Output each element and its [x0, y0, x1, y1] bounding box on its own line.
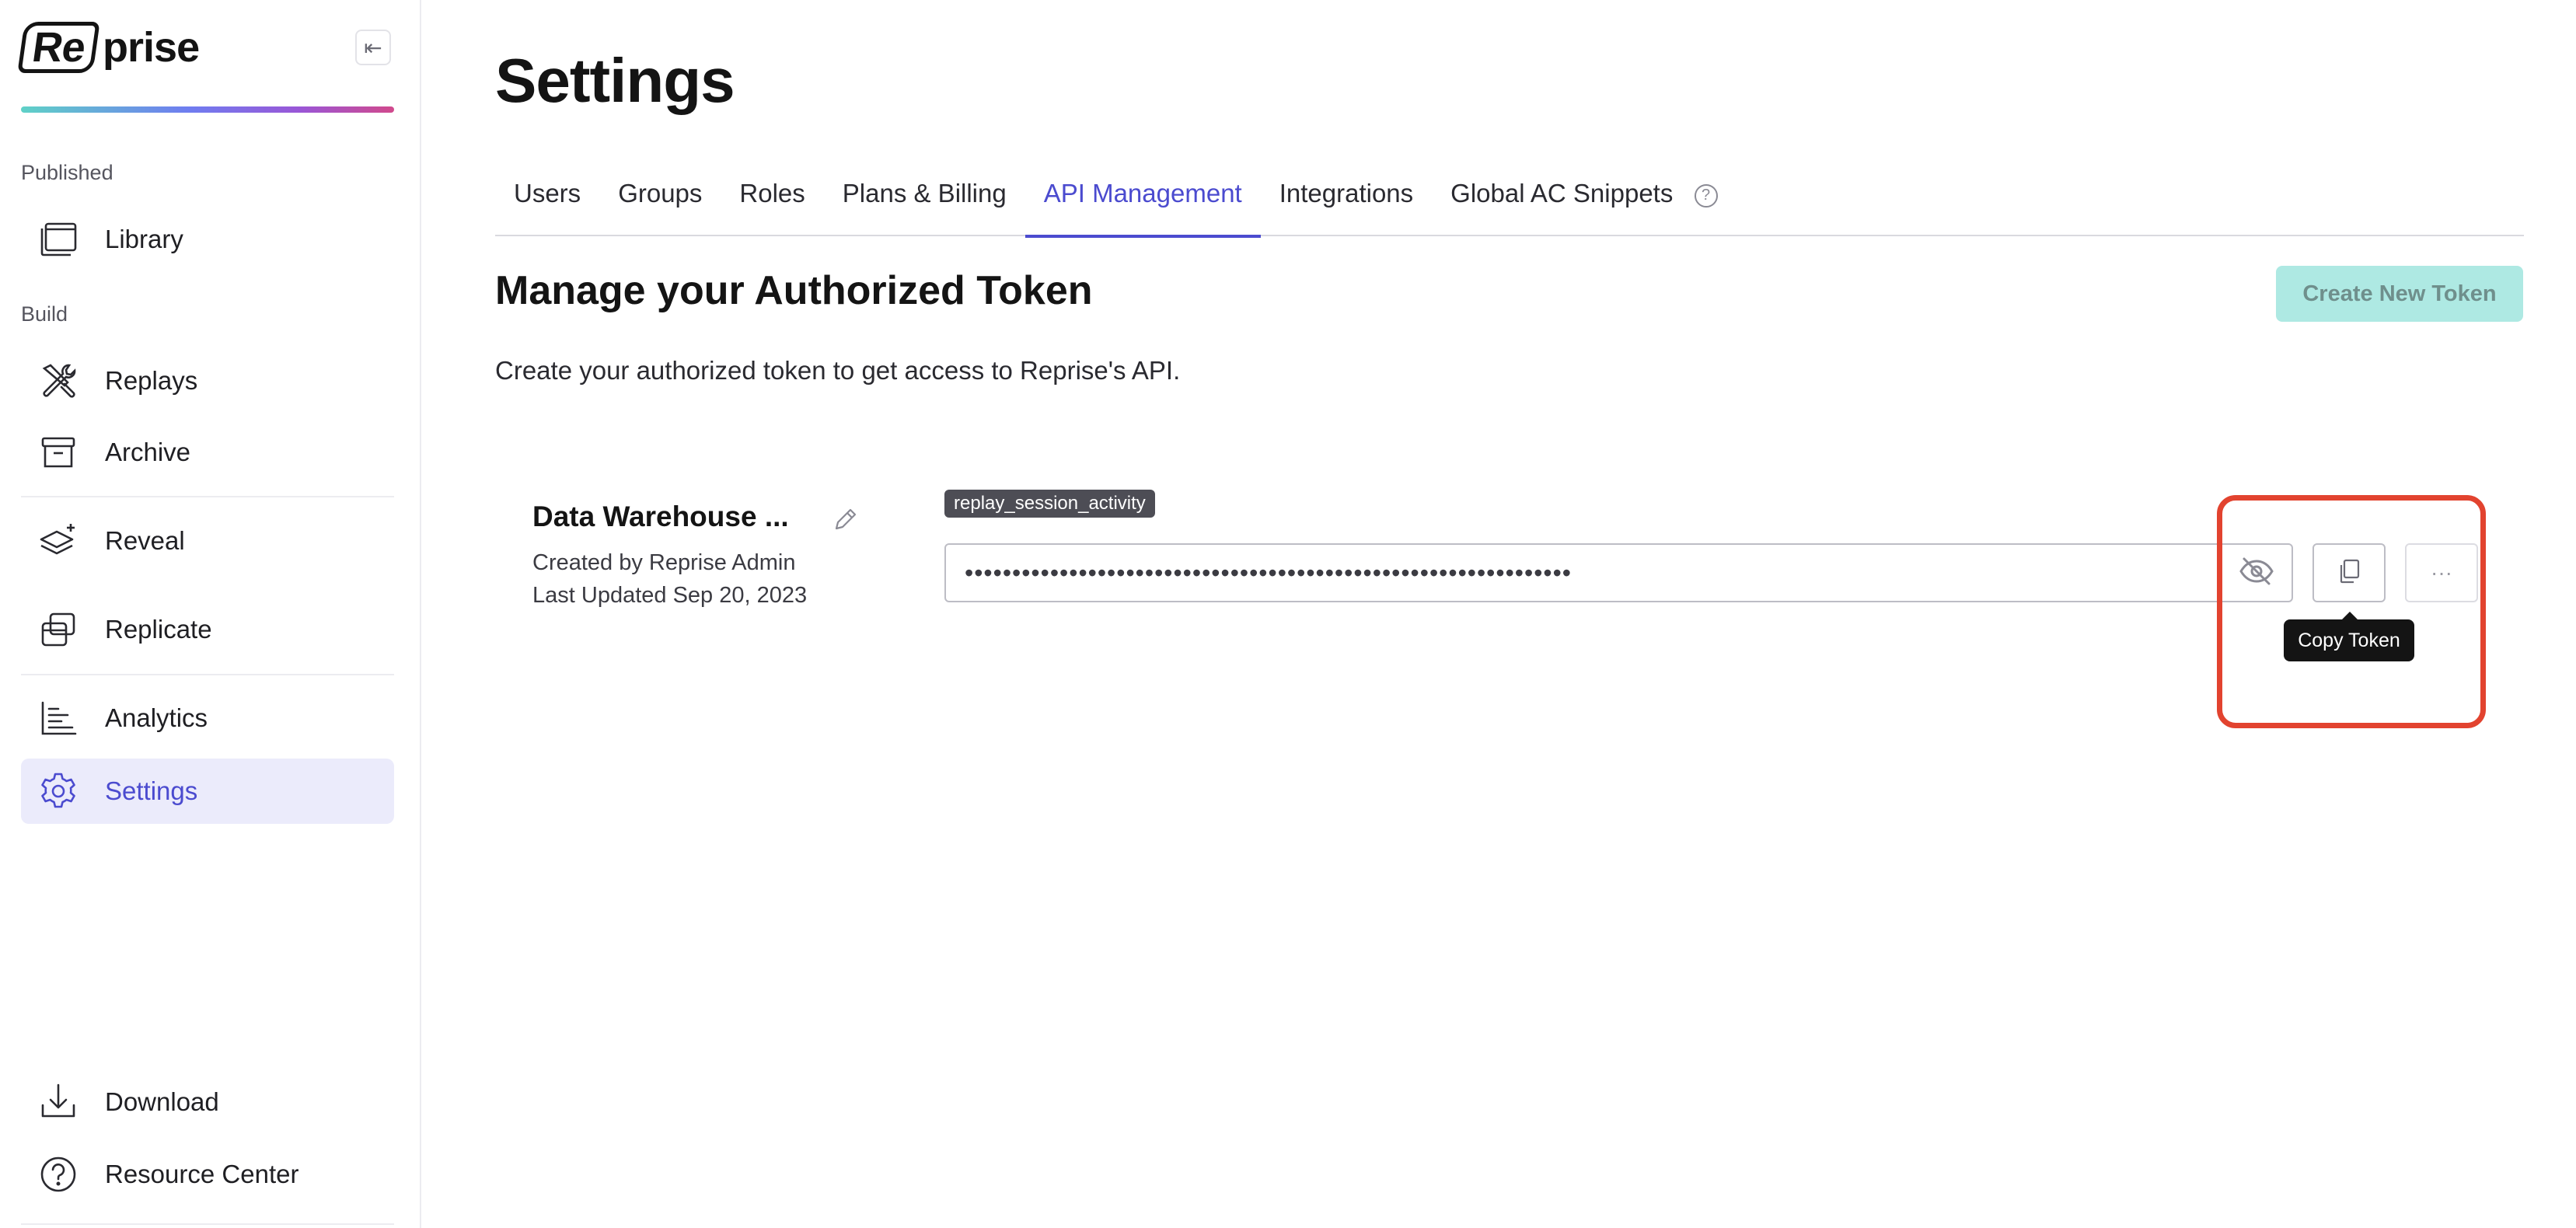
tab-roles[interactable]: Roles — [721, 165, 823, 236]
token-last-updated: Last Updated Sep 20, 2023 — [532, 583, 808, 608]
token-created-by: Created by Reprise Admin — [532, 550, 796, 575]
gear-icon — [37, 769, 80, 813]
library-icon — [37, 218, 80, 261]
section-subtitle: Create your authorized token to get acce… — [495, 356, 1181, 385]
sidebar-item-library[interactable]: Library — [21, 207, 394, 272]
tools-icon — [37, 359, 80, 403]
replicate-icon — [37, 608, 80, 651]
sidebar-item-label: Library — [105, 225, 183, 253]
reprise-logo[interactable]: Re prise — [17, 20, 200, 75]
tab-global-ac-snippets[interactable]: Global AC Snippets ? — [1432, 165, 1736, 236]
help-circle-icon — [37, 1153, 80, 1196]
help-icon[interactable]: ? — [1694, 183, 1718, 208]
sidebar-divider — [21, 1223, 394, 1225]
token-value-field[interactable]: ••••••••••••••••••••••••••••••••••••••••… — [944, 543, 2293, 602]
sidebar-divider — [21, 674, 394, 675]
tab-label: Global AC Snippets — [1450, 179, 1674, 208]
sidebar-item-label: Settings — [105, 776, 198, 805]
pencil-icon[interactable] — [830, 504, 861, 535]
brand-gradient-bar — [21, 106, 394, 113]
section-label-published: Published — [21, 161, 113, 184]
page-title: Settings — [495, 46, 735, 115]
tab-groups[interactable]: Groups — [599, 165, 721, 236]
sidebar-item-analytics[interactable]: Analytics — [21, 686, 394, 751]
sidebar-divider — [21, 496, 394, 497]
sidebar-item-label: Replays — [105, 366, 198, 395]
analytics-icon — [37, 696, 80, 740]
settings-tabs: Users Groups Roles Plans & Billing API M… — [495, 165, 2524, 238]
archive-icon — [37, 431, 80, 474]
tab-plans-billing[interactable]: Plans & Billing — [824, 165, 1025, 236]
sidebar-item-resource-center[interactable]: Resource Center — [21, 1142, 394, 1207]
token-name: Data Warehouse ... — [532, 501, 789, 532]
annotation-highlight-box — [2217, 495, 2486, 728]
section-label-build: Build — [21, 302, 68, 326]
sidebar-item-replays[interactable]: Replays — [21, 348, 394, 413]
collapse-sidebar-button[interactable]: ⇤ — [355, 30, 391, 65]
sidebar-item-label: Replicate — [105, 615, 212, 644]
sidebar-item-label: Resource Center — [105, 1160, 299, 1188]
section-title: Manage your Authorized Token — [495, 268, 1093, 313]
sidebar-item-settings[interactable]: Settings — [21, 759, 394, 824]
layers-icon — [37, 519, 80, 563]
sidebar-item-download[interactable]: Download — [21, 1069, 394, 1135]
token-scope-badge: replay_session_activity — [944, 490, 1155, 518]
logo-wordmark: prise — [103, 24, 200, 71]
download-icon — [37, 1080, 80, 1124]
sidebar: Re prise ⇤ Published Library Build Repla… — [0, 0, 421, 1228]
collapse-icon: ⇤ — [364, 35, 382, 60]
logo-re-mark: Re — [17, 22, 100, 73]
sidebar-item-label: Reveal — [105, 526, 185, 555]
tab-api-management[interactable]: API Management — [1024, 165, 1261, 238]
create-new-token-button[interactable]: Create New Token — [2276, 266, 2523, 322]
tab-integrations[interactable]: Integrations — [1261, 165, 1432, 236]
sidebar-item-reveal[interactable]: Reveal — [21, 508, 394, 574]
sidebar-item-label: Archive — [105, 438, 191, 466]
sidebar-item-replicate[interactable]: Replicate — [21, 597, 394, 662]
sidebar-item-archive[interactable]: Archive — [21, 420, 394, 485]
sidebar-item-label: Download — [105, 1087, 219, 1116]
sidebar-item-label: Analytics — [105, 703, 208, 732]
tab-users[interactable]: Users — [495, 165, 599, 236]
